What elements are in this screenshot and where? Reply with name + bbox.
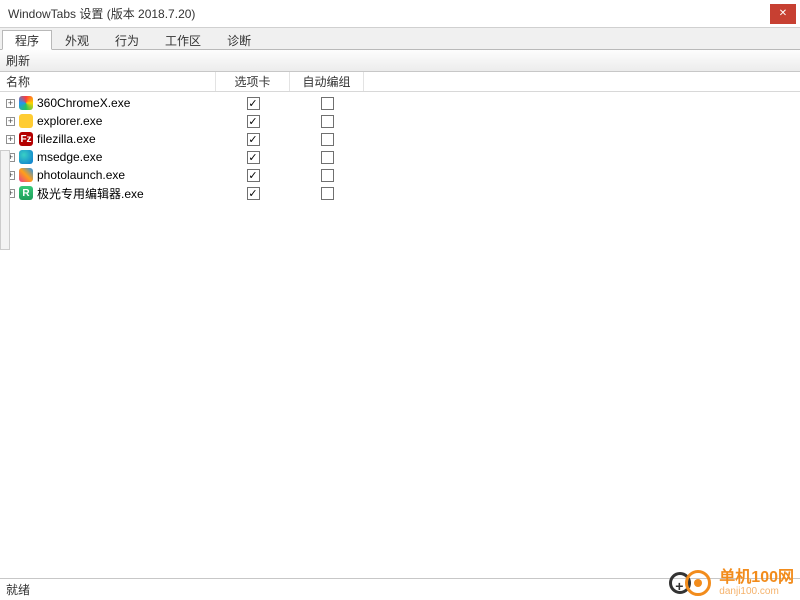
program-name: explorer.exe <box>37 114 102 128</box>
autogroup-checkbox[interactable] <box>321 97 334 110</box>
program-name: msedge.exe <box>37 150 102 164</box>
autogroup-checkbox[interactable] <box>321 133 334 146</box>
table-row[interactable]: + explorer.exe ✓ <box>0 112 800 130</box>
program-name: 极光专用编辑器.exe <box>37 185 144 202</box>
column-header-row: 名称 选项卡 自动编组 <box>0 72 800 92</box>
tab-diagnostics[interactable]: 诊断 <box>214 30 264 50</box>
background-window-edge <box>0 150 10 250</box>
program-name: 360ChromeX.exe <box>37 96 130 110</box>
autogroup-checkbox[interactable] <box>321 151 334 164</box>
status-text: 就绪 <box>6 581 30 598</box>
tab-label: 程序 <box>15 32 39 49</box>
cell-tabs: ✓ <box>216 169 290 182</box>
toolbar: 刷新 <box>0 50 800 72</box>
cell-auto <box>290 187 364 200</box>
table-row[interactable]: + Fz filezilla.exe ✓ <box>0 130 800 148</box>
app-icon <box>19 114 33 128</box>
tab-bar: 程序 外观 行为 工作区 诊断 <box>0 28 800 50</box>
tab-workspace[interactable]: 工作区 <box>152 30 214 50</box>
autogroup-checkbox[interactable] <box>321 115 334 128</box>
column-header-name[interactable]: 名称 <box>0 72 216 91</box>
table-row[interactable]: +360ChromeX.exe ✓ <box>0 94 800 112</box>
cell-auto <box>290 133 364 146</box>
autogroup-checkbox[interactable] <box>321 169 334 182</box>
tree-expand-icon[interactable]: + <box>6 135 15 144</box>
tab-label: 诊断 <box>227 32 251 49</box>
tabs-checkbox[interactable]: ✓ <box>247 169 260 182</box>
cell-auto <box>290 97 364 110</box>
close-button[interactable]: ✕ <box>770 4 796 24</box>
column-header-tabs[interactable]: 选项卡 <box>216 72 290 91</box>
tab-behavior[interactable]: 行为 <box>102 30 152 50</box>
app-icon: Fz <box>19 132 33 146</box>
cell-name: +360ChromeX.exe <box>0 96 216 110</box>
settings-window: WindowTabs 设置 (版本 2018.7.20) ✕ 程序 外观 行为 … <box>0 0 800 600</box>
tree-expand-icon[interactable]: + <box>6 99 15 108</box>
app-icon <box>19 96 33 110</box>
autogroup-checkbox[interactable] <box>321 187 334 200</box>
tree-expand-icon[interactable]: + <box>6 117 15 126</box>
program-name: filezilla.exe <box>37 132 96 146</box>
cell-name: +R极光专用编辑器.exe <box>0 185 216 202</box>
tab-label: 工作区 <box>165 32 201 49</box>
cell-tabs: ✓ <box>216 133 290 146</box>
app-icon <box>19 150 33 164</box>
cell-tabs: ✓ <box>216 115 290 128</box>
app-icon <box>19 168 33 182</box>
tabs-checkbox[interactable]: ✓ <box>247 151 260 164</box>
cell-name: + explorer.exe <box>0 114 216 128</box>
tabs-checkbox[interactable]: ✓ <box>247 97 260 110</box>
cell-tabs: ✓ <box>216 151 290 164</box>
table-row[interactable]: +photolaunch.exe ✓ <box>0 166 800 184</box>
cell-tabs: ✓ <box>216 97 290 110</box>
tab-appearance[interactable]: 外观 <box>52 30 102 50</box>
cell-name: +msedge.exe <box>0 150 216 164</box>
titlebar: WindowTabs 设置 (版本 2018.7.20) ✕ <box>0 0 800 28</box>
cell-tabs: ✓ <box>216 187 290 200</box>
table-row[interactable]: +msedge.exe ✓ <box>0 148 800 166</box>
cell-name: +photolaunch.exe <box>0 168 216 182</box>
tabs-checkbox[interactable]: ✓ <box>247 187 260 200</box>
close-icon: ✕ <box>779 8 787 19</box>
tab-label: 外观 <box>65 32 89 49</box>
cell-auto <box>290 169 364 182</box>
app-icon: R <box>19 186 33 200</box>
window-title: WindowTabs 设置 (版本 2018.7.20) <box>8 5 770 22</box>
column-header-auto[interactable]: 自动编组 <box>290 72 364 91</box>
tabs-checkbox[interactable]: ✓ <box>247 133 260 146</box>
refresh-button[interactable]: 刷新 <box>6 52 30 69</box>
table-row[interactable]: +R极光专用编辑器.exe✓ <box>0 184 800 202</box>
cell-auto <box>290 151 364 164</box>
tabs-checkbox[interactable]: ✓ <box>247 115 260 128</box>
tab-programs[interactable]: 程序 <box>2 30 52 50</box>
cell-auto <box>290 115 364 128</box>
cell-name: + Fz filezilla.exe <box>0 132 216 146</box>
tab-label: 行为 <box>115 32 139 49</box>
status-bar: 就绪 <box>0 578 800 600</box>
program-list: +360ChromeX.exe ✓ + explorer.exe ✓ + Fz filezil… <box>0 92 800 578</box>
program-name: photolaunch.exe <box>37 168 125 182</box>
